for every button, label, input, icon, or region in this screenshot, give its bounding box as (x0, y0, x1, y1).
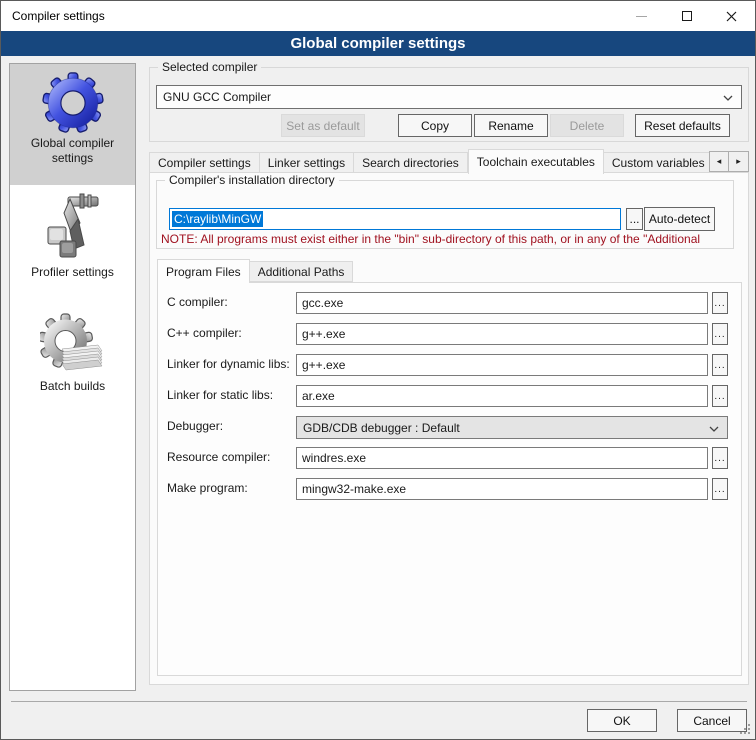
make-program-browse-button[interactable]: ... (712, 478, 728, 500)
sidebar-item-batch-builds[interactable]: Batch builds (10, 313, 135, 417)
sidebar-item-label: settings (10, 151, 135, 166)
compiler-settings-dialog: Compiler settings Global compiler settin… (0, 0, 756, 740)
tab-linker-settings[interactable]: Linker settings (260, 152, 354, 173)
tab-custom-variables[interactable]: Custom variables (604, 152, 714, 173)
settings-sidebar: Global compiler settings (9, 63, 136, 691)
resource-compiler-browse-button[interactable]: ... (712, 447, 728, 469)
tab-toolchain-executables[interactable]: Toolchain executables (468, 149, 604, 174)
close-icon (726, 11, 737, 22)
titlebar[interactable]: Compiler settings (1, 1, 755, 31)
minimize-button[interactable] (619, 1, 664, 31)
c-compiler-label: C compiler: (167, 295, 228, 309)
blue-gear-icon (10, 70, 135, 136)
group-title: Selected compiler (158, 60, 261, 74)
selected-compiler-group: Selected compiler GNU GCC Compiler Set a… (149, 67, 749, 142)
program-files-panel: C compiler: ... C++ compiler: ... Linker… (157, 282, 742, 676)
linker-static-label: Linker for static libs: (167, 388, 273, 402)
sidebar-item-label: Profiler settings (10, 265, 135, 280)
installation-directory-input[interactable]: C:\raylib\MinGW (169, 208, 621, 230)
linker-static-input[interactable] (296, 385, 708, 407)
compiler-select[interactable]: GNU GCC Compiler (156, 85, 742, 109)
close-button[interactable] (709, 1, 754, 31)
group-title: Compiler's installation directory (165, 173, 339, 187)
auto-detect-button[interactable]: Auto-detect (644, 207, 715, 231)
maximize-button[interactable] (664, 1, 709, 31)
tab-scroll-left-button[interactable]: ◂ (709, 151, 729, 172)
gray-gear-stack-icon (10, 313, 135, 379)
toolchain-executables-panel: Compiler's installation directory C:\ray… (149, 172, 749, 685)
make-program-label: Make program: (167, 481, 248, 495)
footer-divider (11, 701, 747, 702)
tab-program-files[interactable]: Program Files (157, 259, 250, 283)
cpp-compiler-label: C++ compiler: (167, 326, 242, 340)
chevron-down-icon (709, 426, 719, 432)
debugger-label: Debugger: (167, 419, 223, 433)
rename-button[interactable]: Rename (474, 114, 548, 137)
debugger-select[interactable]: GDB/CDB debugger : Default (296, 416, 728, 439)
tab-additional-paths[interactable]: Additional Paths (250, 261, 354, 282)
c-compiler-input[interactable] (296, 292, 708, 314)
sidebar-item-label: Global compiler (10, 136, 135, 151)
browse-directory-button[interactable]: ... (626, 208, 643, 230)
copy-button[interactable]: Copy (398, 114, 472, 137)
set-as-default-button[interactable]: Set as default (281, 114, 365, 137)
reset-defaults-button[interactable]: Reset defaults (635, 114, 730, 137)
tab-scroll-controls: ◂ ▸ (709, 151, 749, 172)
note-text: NOTE: All programs must exist either in … (161, 232, 731, 246)
sidebar-item-global-compiler-settings[interactable]: Global compiler settings (10, 64, 135, 185)
program-files-tabstrip: Program Files Additional Paths (157, 260, 353, 282)
chevron-down-icon (723, 95, 733, 101)
caliper-icon (10, 193, 135, 265)
minimize-icon (636, 16, 647, 17)
linker-dynamic-input[interactable] (296, 354, 708, 376)
sidebar-item-profiler-settings[interactable]: Profiler settings (10, 185, 135, 297)
selected-path-text: C:\raylib\MinGW (172, 211, 263, 227)
linker-dynamic-browse-button[interactable]: ... (712, 354, 728, 376)
resource-compiler-label: Resource compiler: (167, 450, 270, 464)
tab-search-directories[interactable]: Search directories (354, 152, 468, 173)
resize-grip-icon[interactable] (740, 724, 750, 734)
page-title: Global compiler settings (1, 31, 755, 56)
make-program-input[interactable] (296, 478, 708, 500)
cancel-button[interactable]: Cancel (677, 709, 747, 732)
settings-tabstrip: Compiler settings Linker settings Search… (149, 150, 748, 173)
delete-button[interactable]: Delete (550, 114, 624, 137)
linker-static-browse-button[interactable]: ... (712, 385, 728, 407)
debugger-select-value: GDB/CDB debugger : Default (303, 421, 460, 435)
ok-button[interactable]: OK (587, 709, 657, 732)
cpp-compiler-browse-button[interactable]: ... (712, 323, 728, 345)
c-compiler-browse-button[interactable]: ... (712, 292, 728, 314)
maximize-icon (682, 11, 692, 21)
sidebar-item-label: Batch builds (10, 379, 135, 394)
tab-compiler-settings[interactable]: Compiler settings (149, 152, 260, 173)
compiler-select-value: GNU GCC Compiler (163, 90, 271, 104)
cpp-compiler-input[interactable] (296, 323, 708, 345)
installation-directory-group: Compiler's installation directory C:\ray… (156, 180, 734, 249)
linker-dynamic-label: Linker for dynamic libs: (167, 357, 290, 371)
tab-scroll-right-button[interactable]: ▸ (729, 151, 749, 172)
window-title: Compiler settings (12, 9, 105, 23)
resource-compiler-input[interactable] (296, 447, 708, 469)
